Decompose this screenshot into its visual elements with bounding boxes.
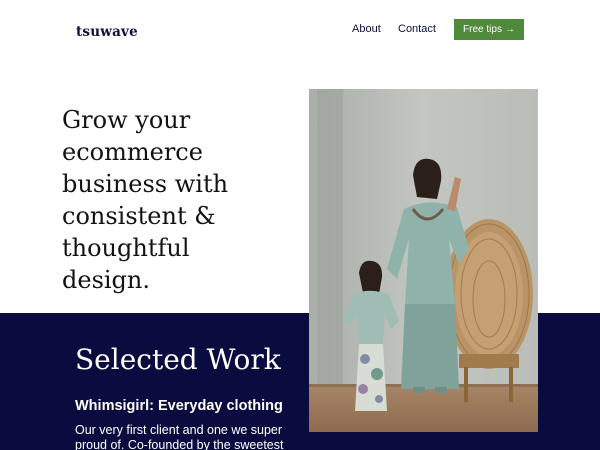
free-tips-button[interactable]: Free tips → [454, 19, 524, 40]
selected-work-title: Selected Work [75, 343, 281, 376]
hero-photo [309, 89, 538, 432]
site-header: tsuwave About Contact Free tips → [0, 0, 600, 60]
site-logo[interactable]: tsuwave [76, 24, 138, 40]
nav-link-contact[interactable]: Contact [398, 23, 436, 35]
free-tips-label: Free tips [463, 24, 502, 35]
work-item-description: Our very first client and one we super p… [75, 423, 284, 450]
work-item-title[interactable]: Whimsigirl: Everyday clothing [75, 398, 283, 414]
nav-link-about[interactable]: About [352, 23, 381, 35]
hero-headline: Grow your ecommerce business with consis… [62, 106, 229, 294]
arrow-right-icon: → [504, 24, 515, 35]
hero-photo-illustration [309, 89, 538, 432]
